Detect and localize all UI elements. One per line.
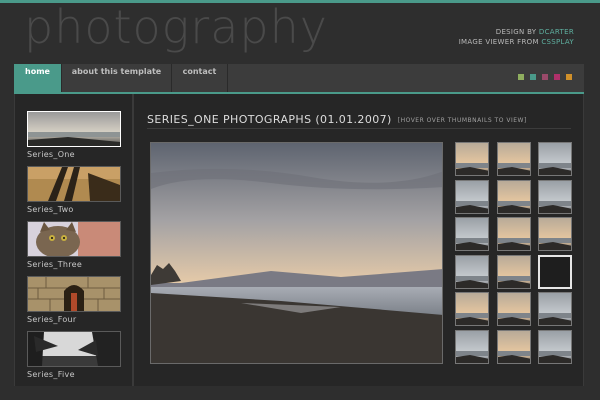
gallery-thumbnail[interactable] [538, 142, 572, 176]
tab-about-this-template[interactable]: about this template [62, 64, 172, 92]
hover-hint: [HOVER OVER THUMBNAILS TO VIEW] [397, 117, 527, 124]
tab-home-label: home [25, 67, 50, 76]
series-label: Series_Two [27, 205, 74, 214]
gallery-thumbnail[interactable] [455, 179, 489, 214]
main-photo [150, 142, 443, 364]
gallery-thumbnail[interactable] [496, 217, 531, 252]
series-label: Series_Four [27, 315, 77, 324]
tab-contact-label: contact [182, 67, 217, 76]
site-logo: photography [24, 0, 328, 54]
color-swatch-2[interactable] [530, 74, 536, 80]
tab-home[interactable]: home [14, 64, 62, 92]
series-item-two[interactable]: Series_Two [27, 166, 121, 214]
color-swatch-5[interactable] [566, 74, 572, 80]
gallery-thumbnail[interactable] [455, 292, 489, 327]
gallery-thumbnail[interactable] [538, 217, 572, 252]
series-label: Series_Five [27, 370, 75, 379]
gallery-thumbnail[interactable] [455, 254, 489, 289]
series-item-five[interactable]: Series_Five [27, 331, 121, 379]
series-label: Series_One [27, 150, 75, 159]
gallery-thumbnail[interactable] [455, 142, 489, 176]
color-swatch-4[interactable] [554, 74, 560, 80]
sunset-seascape-photo-icon [151, 143, 442, 363]
gallery-thumbnail[interactable] [538, 330, 572, 364]
heading-divider [147, 128, 571, 129]
seascape-thumbnail-icon [27, 111, 121, 147]
gallery-thumbnail[interactable] [496, 254, 531, 289]
gallery-thumbnail[interactable] [496, 179, 531, 214]
gallery-title: SERIES_ONE PHOTOGRAPHS (01.01.2007) [147, 113, 392, 126]
series-label: Series_Three [27, 260, 83, 269]
gallery-thumbnail[interactable] [455, 330, 489, 364]
color-swatch-1[interactable] [518, 74, 524, 80]
credit-viewer-prefix: IMAGE VIEWER FROM [458, 38, 539, 46]
gallery-thumbnail[interactable] [455, 217, 489, 252]
nav-bar: home about this template contact [14, 64, 584, 94]
tab-contact[interactable]: contact [172, 64, 228, 92]
color-swatch-3[interactable] [542, 74, 548, 80]
series-item-four[interactable]: Series_Four [27, 276, 121, 324]
shadows-thumbnail-icon [27, 166, 121, 202]
gallery-thumbnail[interactable] [496, 142, 531, 176]
gallery-thumbnail[interactable] [538, 254, 572, 289]
gallery-heading: SERIES_ONE PHOTOGRAPHS (01.01.2007) [HOVE… [147, 113, 527, 126]
credit-design-prefix: DESIGN BY [495, 28, 537, 36]
series-item-one[interactable]: Series_One [27, 111, 121, 159]
trees-thumbnail-icon [27, 331, 121, 367]
series-item-three[interactable]: Series_Three [27, 221, 121, 269]
gallery-thumbnail[interactable] [538, 179, 572, 214]
credit-viewer-link[interactable]: CSSPLAY [541, 38, 574, 46]
thumbnail-grid [455, 142, 573, 364]
credit-design-link[interactable]: DCARTER [539, 28, 574, 36]
series-sidebar: Series_One Series_Two Series_Three Serie… [14, 94, 134, 386]
gallery-thumbnail[interactable] [538, 292, 572, 327]
cat-thumbnail-icon [27, 221, 121, 257]
credits: DESIGN BY DCARTER IMAGE VIEWER FROM CSSP… [459, 27, 574, 47]
stone-arch-thumbnail-icon [27, 276, 121, 312]
gallery-thumbnail[interactable] [496, 292, 531, 327]
tab-about-label: about this template [71, 67, 162, 76]
gallery-thumbnail[interactable] [496, 330, 531, 364]
